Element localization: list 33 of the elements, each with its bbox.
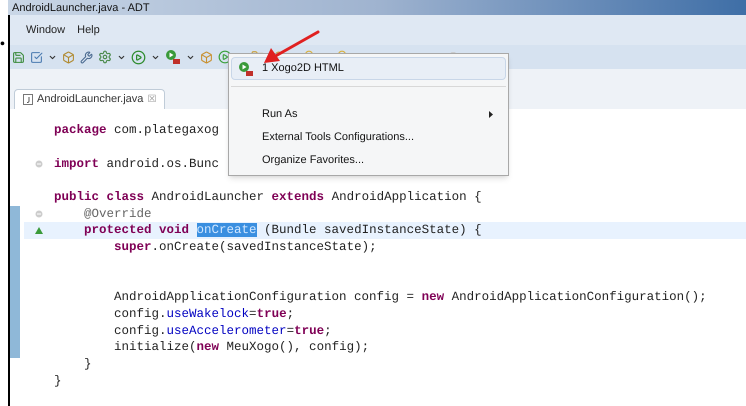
code-line: AndroidApplicationConfiguration config = new AndroidApplicationConfiguration(); <box>113 289 707 306</box>
code-line: config.useAccelerometer=true; <box>113 322 332 339</box>
menu-option[interactable]: 1 Xogo2D HTML <box>231 57 506 80</box>
menu-option[interactable]: External Tools Configurations... <box>231 126 506 149</box>
code-line: @Override <box>83 206 152 222</box>
code-line: public class AndroidLauncher extends AndroidApplication { <box>54 189 482 206</box>
editor-tab[interactable]: AndroidLauncher.java ☒ <box>14 89 166 109</box>
code-line: package com.plategaxog <box>54 122 220 138</box>
code-line: config.useWakelock=true; <box>113 306 294 322</box>
submenu-arrow-icon <box>489 111 493 118</box>
play-icon[interactable] <box>131 50 146 64</box>
save-icon[interactable] <box>12 50 25 64</box>
run-tool-icon[interactable] <box>165 49 181 65</box>
code-line: protected void onCreate (Bundle savedInstanceState) { <box>83 222 482 238</box>
bullet: • <box>0 36 6 50</box>
code-line: } <box>83 356 92 372</box>
code-line: super.onCreate(savedInstanceState); <box>113 239 377 256</box>
cube-icon[interactable] <box>62 50 75 64</box>
code-line: import android.os.Bunc <box>54 156 220 172</box>
wrench-icon[interactable] <box>80 50 93 64</box>
code-line: initialize(new MeuXogo(), config); <box>113 339 370 356</box>
java-file-icon <box>23 94 33 105</box>
window-title: AndroidLauncher.java - ADT <box>12 2 150 14</box>
launch-config-icon[interactable] <box>238 61 254 77</box>
menu-option[interactable]: Run As <box>231 103 506 126</box>
code-line: } <box>54 372 62 389</box>
current-line-icon <box>35 226 43 234</box>
settings-icon[interactable] <box>98 50 112 64</box>
menu-option[interactable]: Organize Favorites... <box>231 149 506 172</box>
checkbox-icon[interactable] <box>30 50 43 64</box>
menu-item[interactable]: Window <box>26 22 66 38</box>
menu-item[interactable]: Help <box>77 22 100 38</box>
box-icon[interactable] <box>200 50 213 64</box>
